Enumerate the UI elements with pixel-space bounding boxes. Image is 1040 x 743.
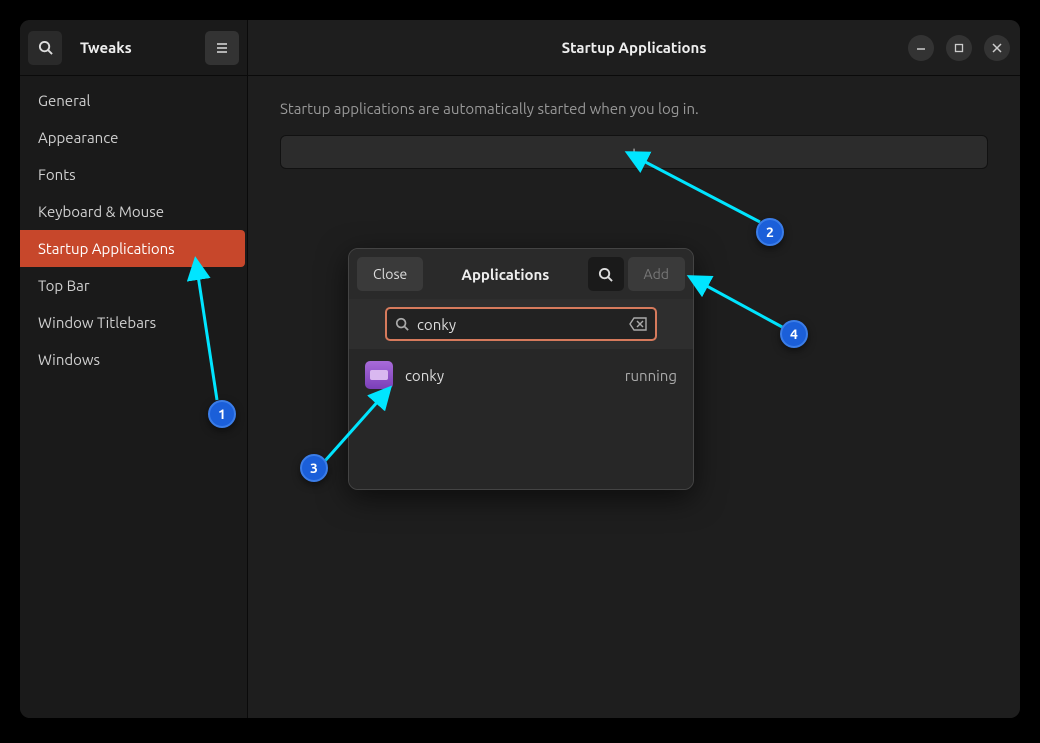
dialog-results: conky running (349, 349, 693, 489)
search-icon (38, 40, 53, 55)
sidebar-item-window-titlebars[interactable]: Window Titlebars (20, 304, 247, 341)
description-text: Startup applications are automatically s… (280, 100, 988, 117)
dialog-add-button[interactable]: Add (628, 257, 685, 291)
sidebar: General Appearance Fonts Keyboard & Mous… (20, 76, 248, 718)
sidebar-item-top-bar[interactable]: Top Bar (20, 267, 247, 304)
applications-dialog: Close Applications Add conky running (348, 248, 694, 490)
clear-icon[interactable] (629, 317, 647, 331)
dialog-title: Applications (427, 266, 583, 283)
conky-icon (365, 361, 393, 389)
search-button[interactable] (28, 31, 62, 65)
hamburger-icon (215, 41, 229, 55)
sidebar-item-general[interactable]: General (20, 82, 247, 119)
window-controls (908, 20, 1010, 75)
add-startup-button[interactable]: + (280, 135, 988, 169)
search-input-wrap (385, 307, 657, 341)
dialog-header: Close Applications Add (349, 249, 693, 299)
app-result-name: conky (405, 367, 613, 384)
close-icon (992, 43, 1002, 53)
minimize-button[interactable] (908, 35, 934, 61)
dialog-searchbar (349, 299, 693, 349)
dialog-close-button[interactable]: Close (357, 257, 423, 291)
titlebar-left: Tweaks (20, 20, 248, 75)
titlebar: Tweaks Startup Applications (20, 20, 1020, 76)
page-title: Startup Applications (248, 39, 1020, 56)
sidebar-item-startup-applications[interactable]: Startup Applications (20, 230, 245, 267)
maximize-button[interactable] (946, 35, 972, 61)
sidebar-item-fonts[interactable]: Fonts (20, 156, 247, 193)
minimize-icon (916, 43, 926, 53)
sidebar-item-windows[interactable]: Windows (20, 341, 247, 378)
maximize-icon (954, 43, 964, 53)
search-input[interactable] (417, 316, 621, 333)
search-icon (598, 267, 613, 282)
sidebar-item-keyboard-mouse[interactable]: Keyboard & Mouse (20, 193, 247, 230)
close-button[interactable] (984, 35, 1010, 61)
plus-icon: + (629, 143, 639, 162)
app-result-row[interactable]: conky running (349, 349, 693, 401)
sidebar-item-appearance[interactable]: Appearance (20, 119, 247, 156)
search-icon (395, 317, 409, 331)
dialog-search-toggle[interactable] (588, 257, 624, 291)
app-result-status: running (625, 367, 677, 384)
app-title: Tweaks (80, 39, 197, 56)
hamburger-button[interactable] (205, 31, 239, 65)
